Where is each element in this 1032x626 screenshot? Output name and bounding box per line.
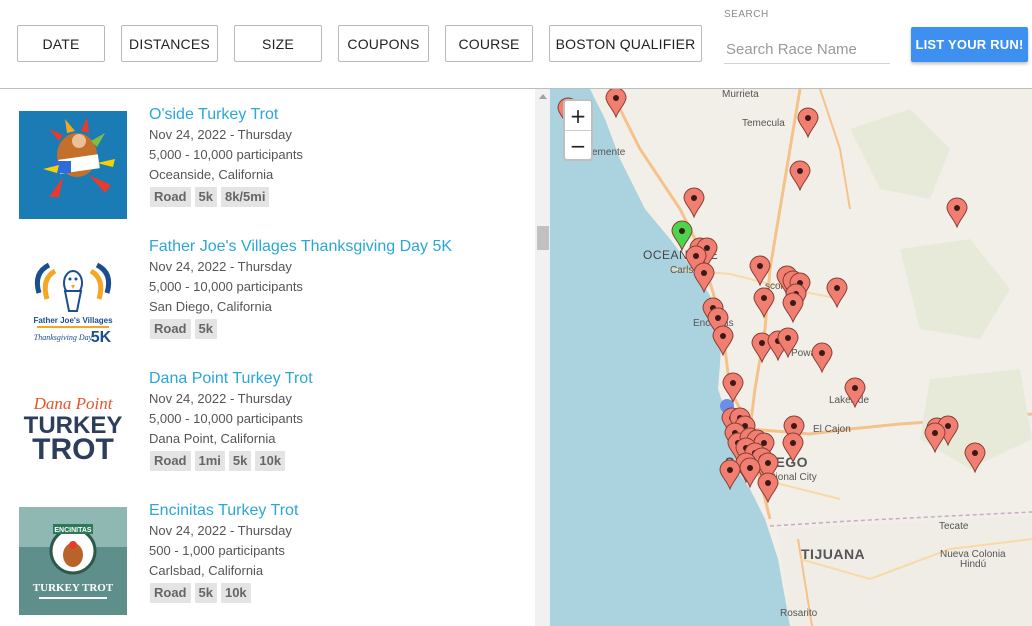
course-filter-button[interactable]: COURSE: [445, 25, 533, 62]
race-marker-icon[interactable]: [811, 342, 833, 374]
race-marker-icon[interactable]: [964, 442, 986, 474]
coupons-filter-button[interactable]: COUPONS: [338, 25, 429, 62]
tag-road[interactable]: Road: [150, 187, 191, 207]
search-input[interactable]: [724, 36, 890, 64]
race-list: O'side Turkey Trot Nov 24, 2022 - Thursd…: [0, 89, 535, 626]
race-marker-icon[interactable]: [826, 277, 848, 309]
race-title[interactable]: Encinitas Turkey Trot: [149, 502, 298, 520]
race-logo-encinitas[interactable]: ENCINITAS TURKEY TROT: [19, 507, 127, 615]
boston-qualifier-filter-button[interactable]: BOSTON QUALIFIER: [549, 25, 702, 62]
race-marker-icon[interactable]: [753, 287, 775, 319]
search-label: SEARCH: [724, 9, 769, 20]
list-your-run-button[interactable]: LIST YOUR RUN!: [911, 27, 1028, 62]
race-location: Dana Point, California: [149, 431, 276, 446]
logo-text: ENCINITAS: [54, 527, 92, 534]
race-item: Dana Point TURKEY TROT Dana Point Turkey…: [0, 370, 535, 507]
race-marker-icon[interactable]: [782, 432, 804, 464]
list-scrollbar[interactable]: [535, 89, 550, 626]
race-logo-father-joes[interactable]: Father Joe's Villages Thanksgiving Day 5…: [19, 243, 127, 351]
race-title[interactable]: O'side Turkey Trot: [149, 106, 278, 124]
tag-8k[interactable]: 8k/5mi: [220, 187, 270, 207]
race-date: Nov 24, 2022 - Thursday: [149, 523, 292, 538]
map-markers: [557, 89, 986, 504]
zoom-control: + −: [563, 99, 593, 161]
race-marker-icon[interactable]: [739, 457, 761, 489]
race-participants: 500 - 1,000 participants: [149, 543, 285, 558]
scroll-up-arrow-icon[interactable]: [539, 94, 547, 99]
tag-road[interactable]: Road: [150, 583, 191, 603]
logo-text: TROT: [32, 433, 114, 466]
race-logo-dana-point[interactable]: Dana Point TURKEY TROT: [19, 375, 127, 483]
race-date: Nov 24, 2022 - Thursday: [149, 259, 292, 274]
race-tags: Road 5k 8k/5mi: [150, 187, 270, 207]
zoom-in-button[interactable]: +: [565, 101, 591, 130]
tag-5k[interactable]: 5k: [194, 319, 217, 339]
race-map[interactable]: Murrieta Temecula emente OCEANSIDE Carls…: [550, 89, 1032, 626]
race-date: Nov 24, 2022 - Thursday: [149, 127, 292, 142]
race-participants: 5,000 - 10,000 participants: [149, 147, 303, 162]
race-logo-oside[interactable]: [19, 111, 127, 219]
race-tags: Road 1mi 5k 10k: [150, 451, 286, 471]
race-marker-icon[interactable]: [782, 292, 804, 324]
race-item: Father Joe's Villages Thanksgiving Day 5…: [0, 238, 535, 375]
race-date: Nov 24, 2022 - Thursday: [149, 391, 292, 406]
race-location: Oceanside, California: [149, 167, 274, 182]
tag-road[interactable]: Road: [150, 319, 191, 339]
tag-1mi[interactable]: 1mi: [194, 451, 225, 471]
race-location: San Diego, California: [149, 299, 272, 314]
logo-text: Thanksgiving Day: [34, 333, 93, 342]
tag-5k[interactable]: 5k: [194, 187, 217, 207]
tag-10k[interactable]: 10k: [255, 451, 286, 471]
race-marker-icon[interactable]: [797, 107, 819, 139]
race-location: Carlsbad, California: [149, 563, 264, 578]
zoom-out-button[interactable]: −: [565, 131, 591, 160]
race-tags: Road 5k: [150, 319, 217, 339]
race-title[interactable]: Dana Point Turkey Trot: [149, 370, 313, 388]
distances-filter-button[interactable]: DISTANCES: [121, 25, 218, 62]
race-marker-icon[interactable]: [844, 377, 866, 409]
logo-text: TURKEY TROT: [33, 582, 114, 594]
tag-10k[interactable]: 10k: [220, 583, 251, 603]
scrollbar-thumb[interactable]: [537, 226, 549, 250]
race-participants: 5,000 - 10,000 participants: [149, 411, 303, 426]
race-marker-icon[interactable]: [749, 255, 771, 287]
race-marker-icon[interactable]: [683, 187, 705, 219]
race-title[interactable]: Father Joe's Villages Thanksgiving Day 5…: [149, 238, 452, 256]
race-item: ENCINITAS TURKEY TROT Encinitas Turkey T…: [0, 502, 535, 626]
logo-text: 5K: [91, 329, 112, 346]
race-marker-icon[interactable]: [789, 160, 811, 192]
race-marker-icon[interactable]: [605, 89, 627, 119]
tag-road[interactable]: Road: [150, 451, 191, 471]
logo-text: Dana Point: [33, 394, 114, 413]
tag-5k[interactable]: 5k: [228, 451, 252, 471]
race-tags: Road 5k 10k: [150, 583, 251, 603]
date-filter-button[interactable]: DATE: [17, 25, 105, 62]
race-marker-icon[interactable]: [924, 422, 946, 454]
size-filter-button[interactable]: SIZE: [234, 25, 322, 62]
logo-text: Father Joe's Villages: [33, 316, 113, 325]
race-marker-icon[interactable]: [946, 197, 968, 229]
race-participants: 5,000 - 10,000 participants: [149, 279, 303, 294]
race-marker-icon[interactable]: [712, 325, 734, 357]
selected-race-marker-icon[interactable]: [671, 220, 693, 252]
race-marker-icon[interactable]: [757, 472, 779, 504]
filter-bar: DATE DISTANCES SIZE COUPONS COURSE BOSTO…: [0, 0, 1032, 89]
tag-5k[interactable]: 5k: [194, 583, 217, 603]
race-marker-icon[interactable]: [722, 372, 744, 404]
race-marker-icon[interactable]: [693, 262, 715, 294]
race-marker-icon[interactable]: [719, 459, 741, 491]
race-item: O'side Turkey Trot Nov 24, 2022 - Thursd…: [0, 106, 535, 243]
